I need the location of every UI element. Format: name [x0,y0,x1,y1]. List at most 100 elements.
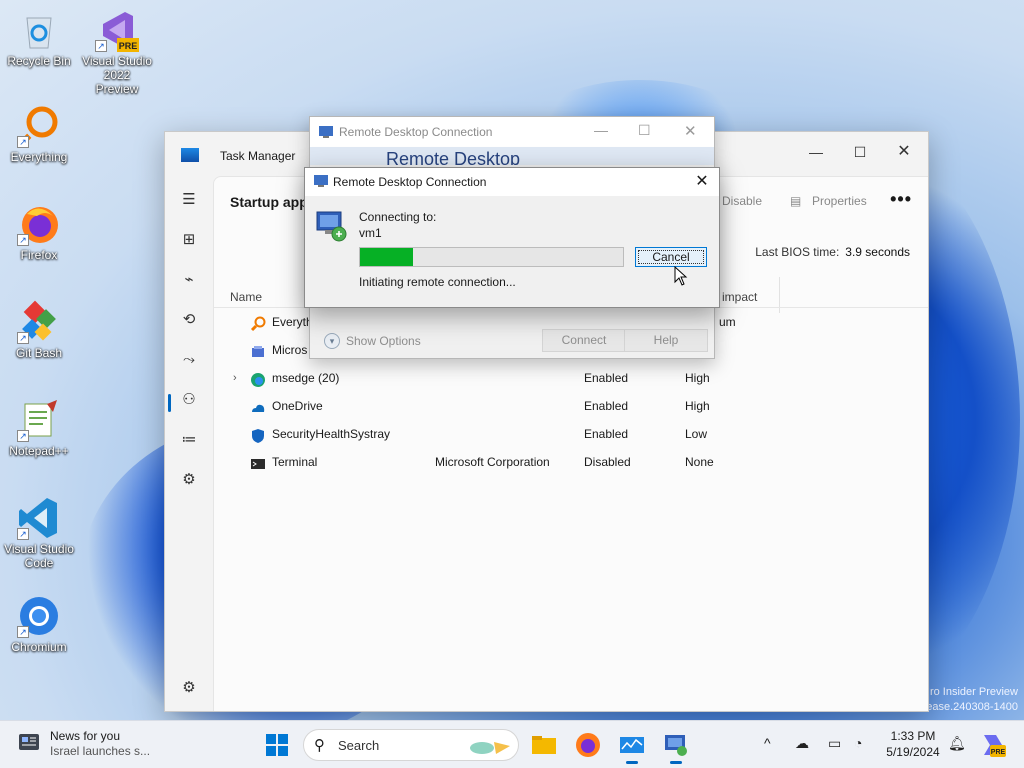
startup-impact: High [685,399,710,413]
app-name: Everyth [272,315,313,329]
notification-bell-icon[interactable]: 🔔︎ [948,735,966,752]
processes-icon[interactable]: ⊞ [175,226,203,254]
table-row[interactable]: › msedge (20) Enabled High [214,364,928,392]
table-row[interactable]: Terminal Microsoft Corporation Disabled … [214,448,928,476]
performance-icon[interactable]: ⌁ [175,266,203,294]
desktop-icon-git-bash[interactable]: ↗ Git Bash [4,300,74,360]
system-clock[interactable]: 1:33 PM 5/19/2024 [878,728,948,760]
hamburger-menu-icon[interactable]: ☰ [175,186,203,214]
table-row[interactable]: SecurityHealthSystray Enabled Low [214,420,928,448]
shortcut-arrow-icon: ↗ [17,332,29,344]
app-history-icon[interactable]: ⟲ [175,306,203,334]
close-button[interactable]: ✕ [684,122,697,140]
task-manager-logo-icon [181,148,199,162]
edge-icon [250,370,266,387]
show-hidden-icons-chevron-icon[interactable]: ^ [764,735,771,751]
disable-button[interactable]: Disable [722,194,762,208]
app-status: Enabled [584,427,629,441]
navigation-rail: ☰ ⊞ ⌁ ⟲ ⤳ ⚇ ≔ ⚙ ⚙ [165,176,213,711]
banner: Remote Desktop [310,147,714,165]
expand-chevron-icon[interactable]: › [233,364,237,392]
search-label: Search [338,738,380,753]
onedrive-offline-icon[interactable]: ☁ [795,735,809,752]
banner-title: Remote Desktop [386,149,521,165]
minimize-button[interactable]: — [594,122,608,138]
bios-time-readout: Last BIOS time: 3.9 seconds [755,245,910,259]
chevron-down-icon[interactable]: ▾ [324,333,340,349]
magnifier-icon: ↗ [17,104,61,148]
active-nav-indicator [168,394,171,412]
shortcut-arrow-icon: ↗ [17,430,29,442]
desktop-icon-label: Recycle Bin [7,54,71,68]
desktop-icon-label: Chromium [11,640,67,654]
app-status: Disabled [584,455,631,469]
maximize-button[interactable]: ☐ [638,122,651,139]
app-name: SecurityHealthSystray [272,427,391,441]
cancel-button[interactable]: Cancel [635,247,707,267]
table-row[interactable]: OneDrive Enabled High [214,392,928,420]
services-icon[interactable]: ⚙ [175,466,203,494]
progress-fill [360,248,413,266]
startup-impact: Low [685,427,708,441]
close-button[interactable]: ✕ [691,171,713,193]
show-options-button[interactable]: Show Options [346,334,421,348]
bios-time-label: Last BIOS time: [755,245,840,259]
microsoft-app-icon [250,342,266,358]
file-explorer-icon[interactable] [528,729,560,761]
taskbar-search-box[interactable]: ⚲ Search [303,729,519,761]
vscode-icon: ↗ [17,496,61,540]
help-button[interactable]: Help [624,329,708,352]
svg-text:PRE: PRE [991,749,1006,756]
close-button[interactable]: ✕ [882,138,926,166]
startup-impact: um [719,315,736,329]
connection-progress-bar [359,247,624,267]
connect-button[interactable]: Connect [542,329,626,352]
firefox-icon: ↗ [17,202,61,246]
recycle-bin-icon [17,8,61,52]
connecting-to-label: Connecting to: [359,210,437,224]
taskbar: News for you Israel launches s... ⚲ Sear… [0,720,1024,768]
minimize-button[interactable]: — [794,138,838,166]
desktop-icon-label: Notepad++ [9,444,69,458]
desktop-icon-chromium[interactable]: ↗ Chromium [4,594,74,654]
task-manager-icon[interactable] [616,729,648,764]
desktop-icon-label: Everything [10,150,68,164]
settings-gear-icon[interactable]: ⚙ [175,674,203,702]
maximize-button[interactable]: ☐ [838,138,882,166]
users-icon[interactable]: ⚇ [175,386,203,414]
app-status: Enabled [584,399,629,413]
desktop-icon-everything[interactable]: ↗ Everything [4,104,74,164]
desktop-icon-label: Visual Studio Code [4,542,74,570]
clock-date: 5/19/2024 [886,745,940,759]
desktop-icon-notepad-plus-plus[interactable]: ↗ Notepad++ [4,398,74,458]
desktop-icon-label: Git Bash [15,346,63,360]
shortcut-arrow-icon: ↗ [17,136,29,148]
app-publisher: Microsoft Corporation [435,455,550,469]
connecting-dialog[interactable]: Remote Desktop Connection ✕ Connecting t… [304,167,720,308]
properties-icon[interactable]: ▤ [790,194,801,208]
desktop-icon-visual-studio-preview[interactable]: PRE ↗ Visual Studio 2022 Preview [82,8,152,96]
terminal-icon [250,454,266,470]
clock-time: 1:33 PM [890,729,936,743]
desktop-icon-vscode[interactable]: ↗ Visual Studio Code [4,496,74,570]
app-name: Micros [272,343,308,357]
watermark-line: ro Insider Preview [929,686,1018,698]
copilot-preview-icon[interactable]: PRE [978,731,1010,763]
remote-desktop-icon [318,125,334,142]
volume-icon[interactable]: ◔ [854,735,862,751]
network-icon[interactable]: ▭ [828,735,841,752]
desktop-icon-recycle-bin[interactable]: Recycle Bin [4,8,74,68]
remote-desktop-icon[interactable] [660,729,692,764]
properties-button[interactable]: Properties [812,194,867,208]
firefox-icon[interactable] [572,729,604,761]
host-name: vm1 [359,226,382,240]
shortcut-arrow-icon: ↗ [17,528,29,540]
window-title: Remote Desktop Connection [339,125,493,139]
windows-start-icon[interactable] [265,733,289,757]
news-headline: Israel launches s... [50,744,151,758]
git-bash-icon: ↗ [17,300,61,344]
startup-apps-icon[interactable]: ⤳ [175,346,203,374]
more-options-button[interactable]: ••• [890,189,912,210]
details-icon[interactable]: ≔ [175,426,203,454]
desktop-icon-firefox[interactable]: ↗ Firefox [4,202,74,262]
